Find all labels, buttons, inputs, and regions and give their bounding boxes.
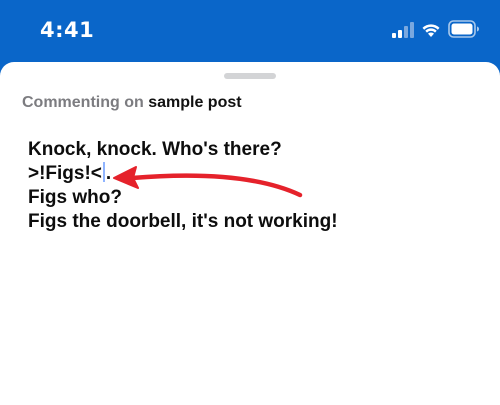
text-caret bbox=[102, 162, 105, 182]
comment-line-4: Figs the doorbell, it's not working! bbox=[28, 211, 338, 232]
comment-sheet: Commenting on sample post Knock, knock. … bbox=[0, 62, 500, 405]
spoiler-text: >!Figs!< bbox=[28, 163, 102, 184]
comment-line-1: Knock, knock. Who's there? bbox=[28, 139, 282, 160]
commenting-on-label: Commenting on bbox=[22, 94, 144, 111]
wifi-icon bbox=[422, 24, 440, 37]
sheet-grabber-handle[interactable] bbox=[224, 73, 276, 79]
battery-icon bbox=[448, 20, 479, 38]
status-bar: 4:41 bbox=[0, 0, 500, 62]
status-time: 4:41 bbox=[40, 18, 95, 42]
signal-icon bbox=[392, 22, 414, 38]
commenting-on-header: Commenting on sample post bbox=[22, 94, 242, 112]
red-arrow-annotation bbox=[113, 166, 303, 198]
post-title: sample post bbox=[148, 94, 242, 111]
